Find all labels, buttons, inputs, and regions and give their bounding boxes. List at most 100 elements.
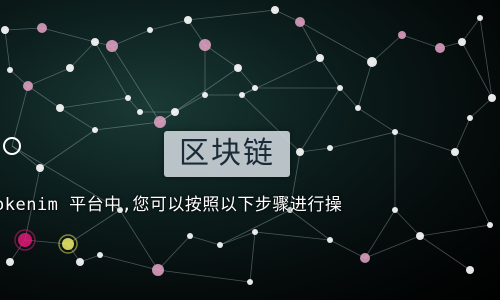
network-edge [329,239,366,259]
network-node [271,6,279,14]
network-edge [469,97,493,119]
network-node [296,148,304,156]
network-node [18,233,32,247]
network-node [125,95,131,101]
network-node [147,27,153,33]
network-node [234,64,242,72]
network-edge [364,209,396,259]
network-node [56,104,64,112]
network-node [488,94,496,102]
network-edge [299,147,331,153]
network-node [252,85,258,91]
network-background-image: 区块链 okenim 平台中,您可以按照以下步骤进行操 [0,0,500,300]
network-edge [59,107,96,131]
network-node [217,242,223,248]
network-node [202,92,208,98]
network-node [199,39,211,51]
network-edge [394,131,456,153]
network-edge [219,209,291,246]
network-edge [11,85,29,147]
network-edge [27,85,61,109]
blockchain-badge: 区块链 [164,131,290,177]
network-node [316,54,324,62]
network-edge [157,235,191,271]
network-node [36,164,44,172]
network-node [91,38,99,46]
network-node [7,67,13,73]
network-edge [174,94,206,113]
network-edge [454,117,471,153]
network-node [295,17,305,27]
network-edge [111,29,151,47]
network-node [466,266,474,274]
caption-text: okenim 平台中,您可以按照以下步骤进行操 [0,195,343,215]
network-node [451,148,459,156]
network-node [37,23,47,33]
network-edge [119,209,159,271]
network-node [23,81,33,91]
network-node [355,105,361,111]
network-edge [11,145,41,169]
badge-label: 区块链 [179,136,275,171]
network-edge [187,9,276,21]
network-edge [394,209,421,237]
network-node [239,92,245,98]
network-node [392,207,398,213]
network-edge [319,57,341,89]
network-node [97,252,103,258]
network-edge [299,87,341,153]
network-edge [364,235,421,259]
network-node [337,85,343,91]
network-edge [329,131,396,149]
network-edge [204,44,239,69]
network-edge [339,87,359,109]
network-node [247,279,253,285]
network-node [106,40,118,52]
network-edge [189,235,221,246]
network-node [392,129,398,135]
network-edge [27,67,71,87]
network-node [184,16,192,24]
network-node [416,232,424,240]
network-node [76,258,84,266]
network-node [327,145,333,151]
network-edge [41,27,96,43]
network-edge [4,27,43,31]
network-node [458,38,466,46]
network-edge [39,129,96,169]
network-edge [249,231,256,283]
network-edge [69,41,96,69]
network-edge [111,45,161,123]
network-node [171,108,179,116]
network-node [187,233,193,239]
network-node [137,109,143,115]
network-node [1,26,9,34]
network-edge [219,231,256,246]
network-node [477,15,483,21]
network-node [62,238,74,250]
network-edge [401,34,441,49]
network-edge [419,235,471,271]
network-node [327,237,333,243]
network-node [6,258,14,266]
network-edge [254,231,331,241]
network-edge [4,29,11,71]
network-node [152,264,164,276]
network-edge [94,121,161,131]
network-node [154,116,166,128]
network-node [66,64,74,72]
network-edge [357,61,373,109]
network-edge [59,97,129,109]
network-node [398,31,406,39]
network-edge [157,269,251,283]
network-node [360,253,370,263]
network-edge [461,17,481,43]
network-edge [99,254,159,271]
network-edge [357,107,396,133]
network-edge [149,19,189,31]
network-node [467,115,473,121]
network-node [435,43,445,53]
network-edge [419,224,491,237]
network-node [367,57,377,67]
network-node [252,229,258,235]
